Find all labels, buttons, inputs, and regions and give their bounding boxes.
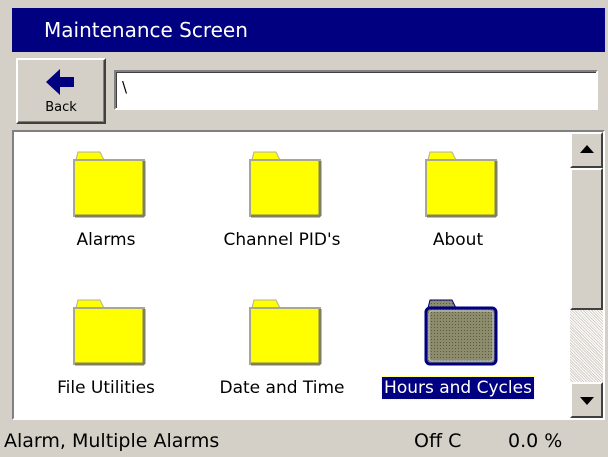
folder-date-and-time[interactable]: Date and Time — [194, 286, 370, 412]
folder-file-utilities[interactable]: File Utilities — [18, 286, 194, 412]
path-field[interactable]: \ — [114, 70, 598, 110]
folder-alarms[interactable]: Alarms — [18, 138, 194, 264]
folder-about[interactable]: About — [370, 138, 546, 264]
folder-list: Alarms Channel PID's About File Utilitie… — [14, 132, 568, 418]
folder-icon — [73, 151, 146, 218]
folder-label: Channel PID's — [223, 230, 341, 250]
vertical-scrollbar[interactable] — [570, 132, 603, 418]
folder-label: File Utilities — [57, 378, 155, 398]
folder-label: Date and Time — [219, 378, 345, 398]
folder-icon — [249, 299, 322, 366]
status-message: Alarm, Multiple Alarms — [4, 430, 220, 452]
window-title: Maintenance Screen — [44, 18, 248, 42]
status-percent: 0.0 % — [508, 430, 563, 452]
back-button[interactable]: Back — [16, 58, 106, 124]
scroll-down-arrow-icon — [580, 397, 594, 405]
status-temperature: Off C — [414, 430, 462, 452]
folder-icon — [425, 151, 498, 218]
maintenance-screen: Maintenance Screen Back \ Alarms Channel… — [0, 0, 608, 457]
scroll-up-button[interactable] — [570, 132, 603, 168]
folder-channel-pids[interactable]: Channel PID's — [194, 138, 370, 264]
folder-icon — [249, 151, 322, 218]
folder-icon — [73, 299, 146, 366]
toolbar: Back \ — [12, 52, 605, 129]
scroll-up-arrow-icon — [580, 145, 594, 153]
folder-label: About — [432, 230, 484, 250]
folder-hours-and-cycles[interactable]: Hours and Cycles — [370, 286, 546, 412]
folder-label: Hours and Cycles — [381, 376, 535, 400]
folder-icon — [424, 299, 498, 366]
file-browser: Alarms Channel PID's About File Utilitie… — [12, 130, 605, 420]
status-bar: Alarm, Multiple Alarms Off C 0.0 % — [0, 422, 608, 457]
back-label: Back — [45, 100, 77, 115]
scroll-down-button[interactable] — [570, 382, 603, 418]
title-bar: Maintenance Screen — [12, 8, 605, 52]
folder-label: Alarms — [76, 230, 136, 250]
left-arrow-icon — [46, 69, 74, 95]
scroll-thumb[interactable] — [570, 168, 603, 310]
